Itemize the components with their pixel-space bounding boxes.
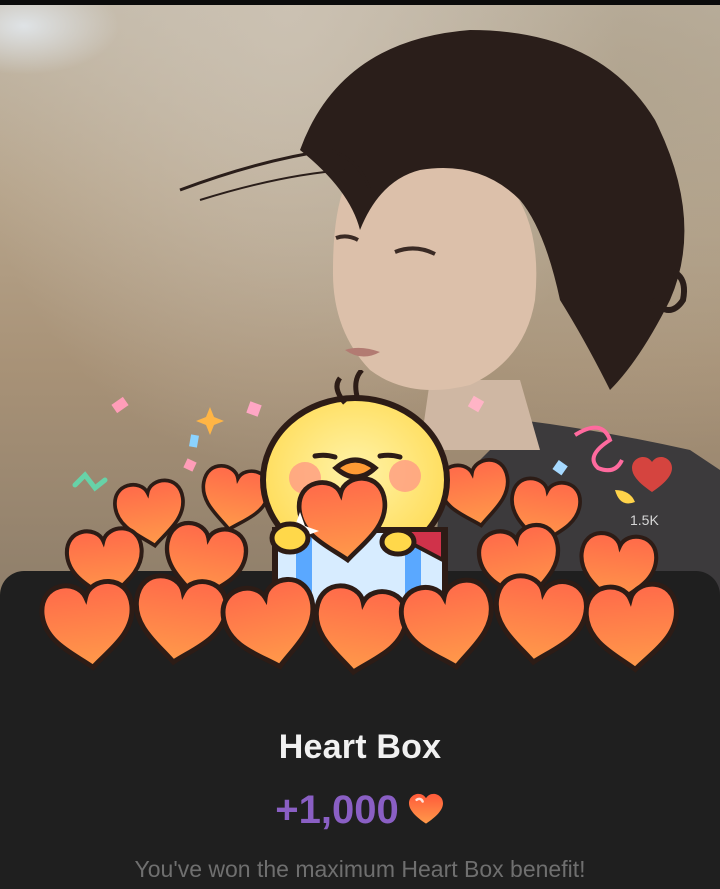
popup-message: You've won the maximum Heart Box benefit… bbox=[134, 856, 586, 882]
heart-box-illustration bbox=[0, 370, 720, 700]
reward-amount: +1,000 bbox=[275, 787, 399, 832]
popup-title: Heart Box bbox=[278, 728, 442, 766]
reward-row: +1,000 bbox=[0, 788, 720, 832]
heart-icon bbox=[408, 793, 443, 824]
